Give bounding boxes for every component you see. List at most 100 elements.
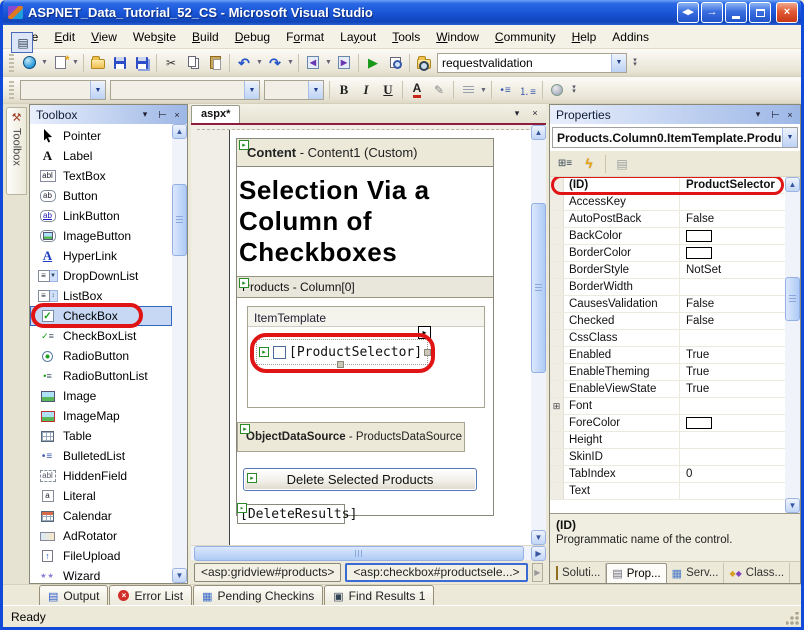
start-debug-icon[interactable]: ▶ xyxy=(362,52,384,74)
properties-scrollbar[interactable]: ▲ ▼ xyxy=(785,177,800,513)
dropdown-arrow-icon[interactable]: ▼ xyxy=(255,52,264,74)
property-value[interactable]: True xyxy=(680,347,785,363)
property-value[interactable]: ProductSelector xyxy=(680,177,785,193)
dropdown-arrow-icon[interactable]: ▼ xyxy=(40,52,49,74)
toolbox-item-image[interactable]: Image xyxy=(30,386,172,406)
panel-tab-prop[interactable]: ▤Prop... xyxy=(606,563,666,583)
design-vertical-scrollbar[interactable]: ▲ ▼ xyxy=(531,125,546,545)
property-row-cssclass[interactable]: CssClass xyxy=(550,330,785,347)
dropdown-arrow-icon[interactable]: ▼ xyxy=(324,52,333,74)
toolbox-item-calendar[interactable]: Calendar xyxy=(30,506,172,526)
design-surface[interactable]: ▸ Content - Content1 (Custom) Selection … xyxy=(191,125,531,545)
toolbox-item-imagemap[interactable]: ImageMap xyxy=(30,406,172,426)
document-list-icon[interactable]: ▾ xyxy=(510,106,524,120)
toolbox-item-label[interactable]: ALabel xyxy=(30,146,172,166)
bullets-icon[interactable]: •≡ xyxy=(495,79,517,101)
panel-tab-soluti[interactable]: Soluti... xyxy=(551,563,606,583)
property-row-skinid[interactable]: SkinID xyxy=(550,449,785,466)
undo-icon[interactable]: ↶ xyxy=(233,52,255,74)
underline-icon[interactable]: U xyxy=(377,79,399,101)
property-row-borderwidth[interactable]: BorderWidth xyxy=(550,279,785,296)
toolbox-item-hyperlink[interactable]: AHyperLink xyxy=(30,246,172,266)
toolbox-item-imagebutton[interactable]: ImageButton xyxy=(30,226,172,246)
scroll-up-icon[interactable]: ▲ xyxy=(172,124,187,139)
menu-format[interactable]: Format xyxy=(278,26,332,48)
close-document-icon[interactable]: × xyxy=(528,106,542,120)
menu-tools[interactable]: Tools xyxy=(384,26,428,48)
property-value[interactable] xyxy=(680,449,785,465)
item-template-box[interactable]: ItemTemplate ▸ [ProductSelector] ▸ xyxy=(247,306,485,408)
copy-icon[interactable] xyxy=(182,52,204,74)
window-menu-icon[interactable]: ▾ xyxy=(751,108,765,122)
categorized-icon[interactable]: ⊞≡ xyxy=(554,153,576,174)
bold-icon[interactable]: B xyxy=(333,79,355,101)
find-in-files-icon[interactable] xyxy=(413,52,435,74)
property-row-autopostback[interactable]: AutoPostBackFalse xyxy=(550,211,785,228)
property-pages-icon[interactable]: ▤ xyxy=(611,153,633,174)
cut-icon[interactable]: ✂ xyxy=(160,52,182,74)
toolbox-item-linkbutton[interactable]: abLinkButton xyxy=(30,206,172,226)
menu-community[interactable]: Community xyxy=(487,26,564,48)
combo-dropdown-icon[interactable]: ▼ xyxy=(782,128,797,147)
toolbox-item-radiobutton[interactable]: RadioButton xyxy=(30,346,172,366)
scrollbar-thumb[interactable] xyxy=(785,277,800,321)
color-swatch[interactable] xyxy=(686,230,712,242)
toolbox-item-radiobuttonlist[interactable]: •≡RadioButtonList xyxy=(30,366,172,386)
panel-tab-serv[interactable]: ▦Serv... xyxy=(667,563,725,583)
hyperlink-icon[interactable] xyxy=(546,79,568,101)
dock-tab-find-results-1[interactable]: ▣Find Results 1 xyxy=(324,585,434,605)
menu-layout[interactable]: Layout xyxy=(332,26,384,48)
tag-overflow-icon[interactable]: ▶ xyxy=(532,563,543,582)
toolbox-item-fileupload[interactable]: ↑FileUpload xyxy=(30,546,172,566)
property-value[interactable] xyxy=(680,483,785,499)
property-row-checked[interactable]: CheckedFalse xyxy=(550,313,785,330)
toolbox-item-listbox[interactable]: ≡↕ListBox xyxy=(30,286,172,306)
save-icon[interactable] xyxy=(109,52,131,74)
navigate-back-icon[interactable]: ◀ xyxy=(302,52,324,74)
toolbox-item-checkboxlist[interactable]: ✓≡CheckBoxList xyxy=(30,326,172,346)
menu-website[interactable]: Website xyxy=(125,26,184,48)
window-switch-icon[interactable]: ◂▸ xyxy=(677,2,699,23)
dock-tab-output[interactable]: ▤Output xyxy=(39,585,108,605)
toolbox-item-wizard[interactable]: ★★Wizard xyxy=(30,566,172,586)
property-row-enabled[interactable]: EnabledTrue xyxy=(550,347,785,364)
content-control[interactable]: ▸ Content - Content1 (Custom) Selection … xyxy=(236,138,494,516)
productselector-checkbox-control[interactable]: ▸ [ProductSelector] ▸ xyxy=(256,339,428,365)
scroll-up-icon[interactable]: ▲ xyxy=(785,177,800,192)
property-value[interactable]: False xyxy=(680,313,785,329)
toolbox-item-textbox[interactable]: ablTextBox xyxy=(30,166,172,186)
highlight-icon[interactable]: ✎ xyxy=(428,79,450,101)
toolbox-header[interactable]: Toolbox ▾ ⊥ × xyxy=(30,105,187,124)
property-value[interactable] xyxy=(680,432,785,448)
property-value[interactable] xyxy=(680,279,785,295)
dropdown-arrow-icon[interactable]: ▼ xyxy=(286,52,295,74)
toolbox-item-button[interactable]: abButton xyxy=(30,186,172,206)
property-row-causesvalidation[interactable]: CausesValidationFalse xyxy=(550,296,785,313)
tag-selected[interactable]: <asp:checkbox#productsele...> xyxy=(345,563,527,582)
property-value[interactable]: False xyxy=(680,211,785,227)
close-icon[interactable]: × xyxy=(170,108,184,122)
property-value[interactable] xyxy=(680,245,785,261)
property-row-font[interactable]: ⊞Font xyxy=(550,398,785,415)
new-website-icon[interactable] xyxy=(18,52,40,74)
search-combo[interactable]: ▼ xyxy=(437,53,627,73)
close-icon[interactable]: × xyxy=(776,2,798,23)
property-value[interactable]: NotSet xyxy=(680,262,785,278)
object-selector-combo[interactable]: Products.Column0.ItemTemplate.Product ▼ xyxy=(552,127,798,148)
smart-tag-icon[interactable]: ▸ xyxy=(418,326,431,339)
numbering-icon[interactable]: ⒈≡ xyxy=(517,79,539,101)
font-combo[interactable]: ▼ xyxy=(110,80,260,100)
expand-icon[interactable]: ⊞ xyxy=(550,398,564,414)
paste-icon[interactable] xyxy=(204,52,226,74)
objectdatasource-control[interactable]: ▸ ObjectDataSource - ProductsDataSource xyxy=(237,422,465,452)
toolbox-scrollbar[interactable]: ▲ ▼ xyxy=(172,124,187,583)
scroll-down-icon[interactable]: ▼ xyxy=(785,498,800,513)
property-row-enableviewstate[interactable]: EnableViewStateTrue xyxy=(550,381,785,398)
toolbox-item-hiddenfield[interactable]: ablHiddenField xyxy=(30,466,172,486)
property-value[interactable]: True xyxy=(680,381,785,397)
toolbox-item-checkbox[interactable]: ✓CheckBox xyxy=(30,306,172,326)
tag-item[interactable]: <asp:gridview#products> xyxy=(194,563,341,582)
close-icon[interactable]: × xyxy=(783,108,797,122)
menu-help[interactable]: Help xyxy=(564,26,605,48)
scroll-down-icon[interactable]: ▼ xyxy=(531,530,546,545)
